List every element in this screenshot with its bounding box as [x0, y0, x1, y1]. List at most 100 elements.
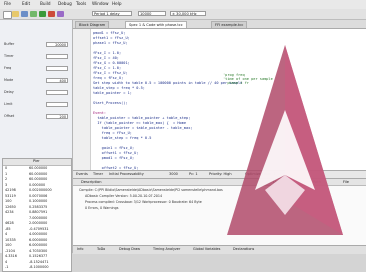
table-row[interactable]: 42198 0.002000000 — [3, 188, 71, 193]
code-line: Set step width to table 0.5 = 100000 poi… — [93, 81, 243, 85]
param-label: Freq — [4, 66, 12, 70]
table-row[interactable]: 0 60.000000 — [3, 166, 71, 171]
tab-debug-draw[interactable]: Debug Draw — [119, 247, 140, 251]
param-input[interactable] — [46, 54, 68, 59]
table-header: Pier — [3, 159, 71, 166]
col-description: Description — [81, 180, 102, 184]
menu-debug[interactable]: Debug — [58, 1, 72, 6]
tab-todo[interactable]: ToDo — [97, 247, 105, 251]
table-cell: 0.002000000 — [29, 188, 52, 192]
tab-info[interactable]: Info — [77, 247, 83, 251]
table-cell: 100 — [5, 199, 12, 203]
table-cell: 4.3316 — [5, 254, 17, 258]
param-label: Mode — [4, 78, 14, 82]
param-row: Offset 200 — [2, 114, 70, 120]
menu-window[interactable]: Window — [92, 1, 109, 6]
param-input[interactable] — [46, 102, 68, 107]
table-cell: 6.0000000 — [29, 243, 48, 247]
code-line: phase1 = fFsz_U; — [93, 41, 128, 45]
table-row[interactable]: 4.3316 0.1526377 — [3, 254, 71, 259]
debug-icon[interactable] — [57, 11, 64, 17]
table-row[interactable]: 10335 6.0000000 — [3, 238, 71, 243]
output-line: 0 Errors, 0 Warnings — [85, 206, 119, 210]
open-icon[interactable] — [12, 11, 19, 17]
menu-help[interactable]: Help — [112, 1, 122, 6]
param-input[interactable]: 200 — [46, 114, 68, 119]
table-row[interactable]: 1 60.000000 — [3, 172, 71, 177]
param-row: Freq — [2, 66, 70, 72]
run-icon[interactable] — [39, 11, 46, 17]
table-row[interactable]: 3 0.000000 — [3, 183, 71, 188]
status-pos: Pc: 1 — [189, 172, 198, 176]
code-line: offset1 = fFsz_U; — [93, 151, 139, 155]
table-row[interactable]: -85 -0.4709531 — [3, 227, 71, 232]
menu-file[interactable]: File — [4, 1, 11, 6]
table-cell: 60.000000 — [29, 171, 48, 176]
tab-spec-code[interactable]: Spec 1 & Code with phase.tcc — [125, 21, 187, 28]
status-timer[interactable]: Timer — [93, 172, 103, 176]
tab-global-variables[interactable]: Global Variables — [193, 247, 220, 251]
code-line: table_pointer = table_pointer + table_st… — [93, 116, 191, 120]
param-input[interactable] — [46, 90, 68, 95]
menu-tools[interactable]: Tools — [76, 1, 86, 6]
toolbar: Period 1 delay 10000 ± 30,000 kHz — [0, 9, 366, 20]
table-row[interactable]: 53119 0.0070006 — [3, 194, 71, 199]
param-input[interactable]: 400 — [46, 78, 68, 83]
table-row[interactable]: 100 0.1000000 — [3, 199, 71, 204]
table-cell: 4 — [5, 232, 8, 236]
tab-declarations[interactable]: Declarations — [233, 247, 254, 251]
table-row[interactable]: -1 -8.1000000 — [3, 265, 71, 270]
menu-edit[interactable]: Edit — [22, 1, 30, 6]
table-row[interactable]: 100 6.0000000 — [3, 243, 71, 248]
save-icon[interactable] — [21, 11, 28, 17]
param-label: Limit — [4, 102, 13, 106]
value-field[interactable]: 10000 — [138, 11, 166, 16]
output-line: ADbasic Compiler Version: 5.00.20.10.07.… — [85, 194, 163, 198]
table-cell: 12650 — [5, 204, 16, 209]
table-row[interactable]: 12650 0.2583375 — [3, 205, 71, 210]
table-row[interactable]: 4 4.0000000 — [3, 232, 71, 237]
param-label: Buffer — [4, 42, 15, 46]
table-cell: 4234 — [5, 210, 14, 214]
table-row[interactable]: 2 60.000000 — [3, 177, 71, 182]
table-cell: 0.8807591 — [29, 210, 48, 214]
table-cell: -1 — [5, 265, 9, 269]
table-cell: 4 — [5, 259, 8, 264]
param-input[interactable]: 20000 — [46, 42, 68, 47]
column-header: Pier — [33, 159, 40, 163]
status-events[interactable]: Events — [76, 172, 88, 176]
table-cell: 0.1000000 — [29, 199, 48, 203]
tab-ffi-example[interactable]: FFI example.tcc — [211, 21, 248, 28]
menu-build[interactable]: Build — [40, 1, 51, 6]
table-row[interactable]: 4628 2.0000000 — [3, 221, 71, 226]
output-line: Process compiled: Crossbow: 3/12 Workpro… — [85, 200, 202, 204]
table-cell: 4.7030300 — [29, 248, 48, 253]
table-cell: 0.1526377 — [29, 254, 48, 258]
target-select[interactable]: Period 1 delay — [92, 11, 132, 16]
unit-field[interactable]: ± 30,000 kHz — [170, 11, 206, 16]
param-label: Timer — [4, 54, 14, 58]
table-row[interactable]: 7.0000000 — [3, 216, 71, 221]
code-line: table_pointer = table_pointer - table_ma… — [93, 126, 193, 130]
table-cell: 0.2583375 — [29, 204, 48, 209]
compile-icon[interactable] — [30, 11, 37, 17]
table-cell: 42198 — [5, 188, 16, 192]
code-line: pmod1 = fFsz_U; — [93, 156, 135, 160]
table-cell: 60.000000 — [29, 166, 48, 170]
table-cell: 4.0000000 — [29, 232, 48, 236]
code-line: fFsz_C = 1.0; — [93, 66, 122, 70]
new-icon[interactable] — [3, 11, 12, 19]
table-cell: 3 — [5, 182, 8, 187]
code-line: pmod1 = fFsz_U; — [93, 31, 126, 35]
tab-block-diagram[interactable]: Block Diagram — [75, 21, 110, 28]
param-row: Limit — [2, 102, 70, 108]
table-row[interactable]: 4 -8.1524471 — [3, 260, 71, 265]
table-row[interactable]: 4234 0.8807591 — [3, 210, 71, 215]
status-initial: Initial Processability — [109, 172, 144, 176]
param-input[interactable] — [46, 66, 68, 71]
table-cell: 10335 — [5, 237, 16, 242]
table-cell: 53119 — [5, 193, 16, 198]
stop-icon[interactable] — [48, 11, 55, 17]
tab-timing-analyzer[interactable]: Timing Analyzer — [153, 247, 180, 251]
code-line: table_step = freq * 0.5 — [93, 136, 152, 140]
